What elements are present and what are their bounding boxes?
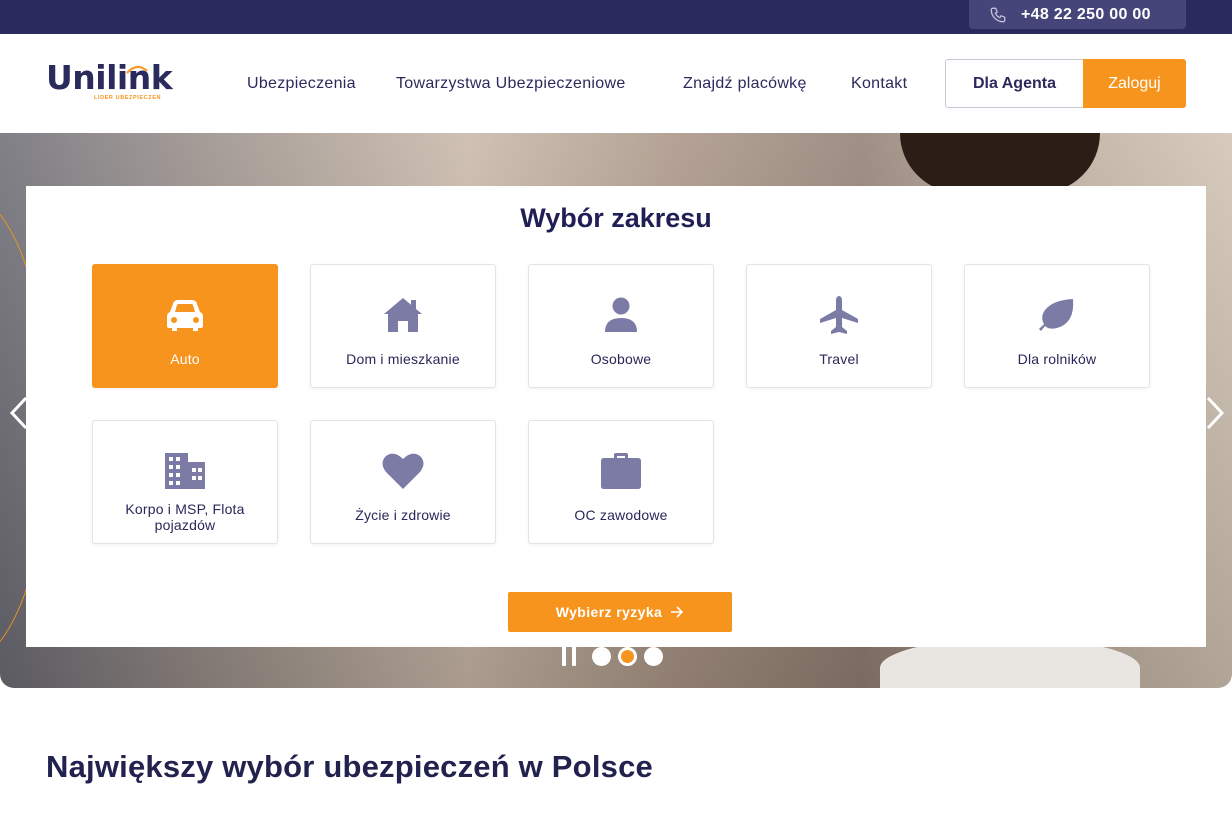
agent-button[interactable]: Dla Agenta	[945, 59, 1084, 108]
tile-korpo[interactable]: Korpo i MSP, Flota pojazdów	[92, 420, 278, 544]
tile-label: Osobowe	[590, 351, 652, 367]
tile-zycie[interactable]: Życie i zdrowie	[310, 420, 496, 544]
tile-label: Auto	[170, 351, 200, 367]
top-bar: +48 22 250 00 00	[0, 0, 1232, 34]
hero-photo-detail	[900, 133, 1100, 193]
carousel-next-icon[interactable]	[1204, 395, 1226, 431]
nav-item-towarzystwa[interactable]: Towarzystwa Ubezpieczeniowe	[396, 34, 626, 133]
tile-dom[interactable]: Dom i mieszkanie	[310, 264, 496, 388]
tile-travel[interactable]: Travel	[746, 264, 932, 388]
tile-rolnicy[interactable]: Dla rolników	[964, 264, 1150, 388]
phone-icon	[990, 7, 1006, 22]
tile-label: Życie i zdrowie	[355, 507, 451, 523]
carousel-dot-3[interactable]	[644, 646, 663, 666]
logo-tagline: LIDER UBEZPIECZEŃ	[94, 95, 162, 101]
heart-icon	[382, 453, 424, 489]
nav-link[interactable]: Kontakt	[851, 75, 907, 93]
tile-label: Dom i mieszkanie	[346, 351, 460, 367]
carousel-controls	[562, 646, 670, 666]
logo-arc-icon	[126, 66, 148, 74]
house-icon	[384, 298, 422, 332]
carousel-dot-2[interactable]	[618, 646, 637, 666]
leaf-icon	[1039, 299, 1074, 331]
choose-risks-button[interactable]: Wybierz ryzyka	[508, 592, 732, 632]
phone-number: +48 22 250 00 00	[1021, 5, 1151, 23]
scope-selection-panel: Wybór zakresu Auto Dom i mieszkanie Osob…	[26, 186, 1206, 647]
airplane-icon	[820, 296, 858, 334]
tile-label: Dla rolników	[1017, 351, 1097, 367]
carousel-dot-1[interactable]	[592, 646, 611, 666]
tile-label: OC zawodowe	[574, 507, 668, 523]
cta-label: Wybierz ryzyka	[555, 604, 663, 620]
pause-icon[interactable]	[562, 646, 576, 666]
nav-link[interactable]: Ubezpieczenia	[247, 75, 356, 93]
nav-link[interactable]: Towarzystwa Ubezpieczeniowe	[396, 75, 626, 93]
car-icon	[167, 300, 203, 331]
nav-item-ubezpieczenia[interactable]: Ubezpieczenia	[247, 34, 356, 133]
section-title: Największy wybór ubezpieczeń w Polsce	[46, 749, 653, 784]
main-header: Unilink LIDER UBEZPIECZEŃ Ubezpieczenia …	[0, 34, 1232, 133]
nav-item-placowka[interactable]: Znajdź placówkę	[683, 34, 807, 133]
tile-label: Korpo i MSP, Flota pojazdów	[125, 501, 245, 533]
tile-oc[interactable]: OC zawodowe	[528, 420, 714, 544]
tile-auto[interactable]: Auto	[92, 264, 278, 388]
arrow-right-icon	[671, 606, 684, 618]
logo-name: Unilink	[46, 58, 173, 97]
nav-item-kontakt[interactable]: Kontakt	[851, 34, 907, 133]
building-icon	[165, 453, 205, 489]
tile-label: Travel	[819, 351, 859, 367]
nav-link[interactable]: Znajdź placówkę	[683, 75, 807, 93]
login-button[interactable]: Zaloguj	[1083, 59, 1186, 108]
person-icon	[605, 297, 637, 332]
briefcase-icon	[601, 453, 641, 489]
phone-link[interactable]: +48 22 250 00 00	[969, 0, 1186, 29]
panel-title: Wybór zakresu	[520, 203, 712, 233]
logo[interactable]: Unilink LIDER UBEZPIECZEŃ	[46, 60, 176, 108]
tile-osobowe[interactable]: Osobowe	[528, 264, 714, 388]
